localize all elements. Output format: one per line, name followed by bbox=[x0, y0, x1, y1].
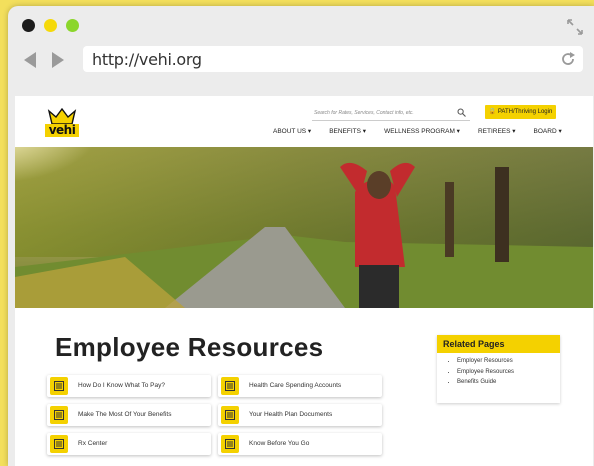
nav-wellness-program[interactable]: WELLNESS PROGRAM ▾ bbox=[384, 127, 460, 135]
nav-retirees[interactable]: RETIREES ▾ bbox=[478, 127, 516, 135]
maximize-window-button[interactable] bbox=[66, 19, 79, 32]
related-pages-title: Related Pages bbox=[437, 335, 560, 353]
logo-text: vehi bbox=[45, 124, 79, 137]
search-input[interactable]: Search for Rates, Services, Contact info… bbox=[314, 110, 414, 116]
document-icon bbox=[221, 406, 239, 424]
login-button[interactable]: 🔒 PATH/Thriving Login bbox=[485, 105, 556, 119]
site-logo[interactable]: vehi bbox=[45, 108, 79, 140]
related-link[interactable]: Employee Resources bbox=[457, 369, 560, 375]
resource-card-label: How Do I Know What To Pay? bbox=[78, 382, 165, 389]
page-title: Employee Resources bbox=[55, 332, 324, 362]
forward-arrow-icon[interactable] bbox=[51, 52, 65, 68]
main-nav: ABOUT US ▾ BENEFITS ▾ WELLNESS PROGRAM ▾… bbox=[273, 127, 562, 135]
resource-card[interactable]: How Do I Know What To Pay? bbox=[47, 375, 211, 397]
related-link[interactable]: Benefits Guide bbox=[457, 379, 560, 385]
lock-icon: 🔒 bbox=[488, 109, 497, 115]
resource-card-label: Make The Most Of Your Benefits bbox=[78, 411, 172, 418]
document-icon bbox=[50, 435, 68, 453]
back-arrow-icon[interactable] bbox=[23, 52, 37, 68]
hero-image bbox=[15, 147, 593, 308]
resource-card[interactable]: Make The Most Of Your Benefits bbox=[47, 404, 211, 426]
document-icon bbox=[50, 377, 68, 395]
resource-card[interactable]: Your Health Plan Documents bbox=[218, 404, 382, 426]
related-pages-panel: Related Pages Employer Resources Employe… bbox=[437, 335, 560, 403]
document-icon bbox=[221, 435, 239, 453]
document-icon bbox=[50, 406, 68, 424]
search-icon[interactable] bbox=[457, 108, 466, 117]
resource-card-label: Health Care Spending Accounts bbox=[249, 382, 342, 389]
browser-window: http://vehi.org vehi Search for Rates, S… bbox=[8, 6, 594, 466]
related-link[interactable]: Employer Resources bbox=[457, 358, 560, 364]
resource-card-label: Your Health Plan Documents bbox=[249, 411, 333, 418]
reload-icon[interactable] bbox=[559, 50, 577, 68]
web-page: vehi Search for Rates, Services, Contact… bbox=[15, 96, 593, 466]
site-search[interactable]: Search for Rates, Services, Contact info… bbox=[312, 106, 470, 121]
resource-card[interactable]: Health Care Spending Accounts bbox=[218, 375, 382, 397]
address-bar[interactable]: http://vehi.org bbox=[83, 46, 583, 72]
window-controls bbox=[22, 19, 79, 32]
nav-benefits[interactable]: BENEFITS ▾ bbox=[329, 127, 366, 135]
resource-card[interactable]: Know Before You Go bbox=[218, 433, 382, 455]
resource-card-label: Rx Center bbox=[78, 440, 108, 447]
resource-card[interactable]: Rx Center bbox=[47, 433, 211, 455]
resource-card-label: Know Before You Go bbox=[249, 440, 310, 447]
login-label: PATH/Thriving Login bbox=[497, 109, 553, 115]
nav-about-us[interactable]: ABOUT US ▾ bbox=[273, 127, 311, 135]
url-text[interactable]: http://vehi.org bbox=[92, 50, 202, 69]
nav-board[interactable]: BOARD ▾ bbox=[534, 127, 562, 135]
document-icon bbox=[221, 377, 239, 395]
minimize-window-button[interactable] bbox=[44, 19, 57, 32]
close-window-button[interactable] bbox=[22, 19, 35, 32]
expand-icon[interactable] bbox=[566, 18, 584, 36]
